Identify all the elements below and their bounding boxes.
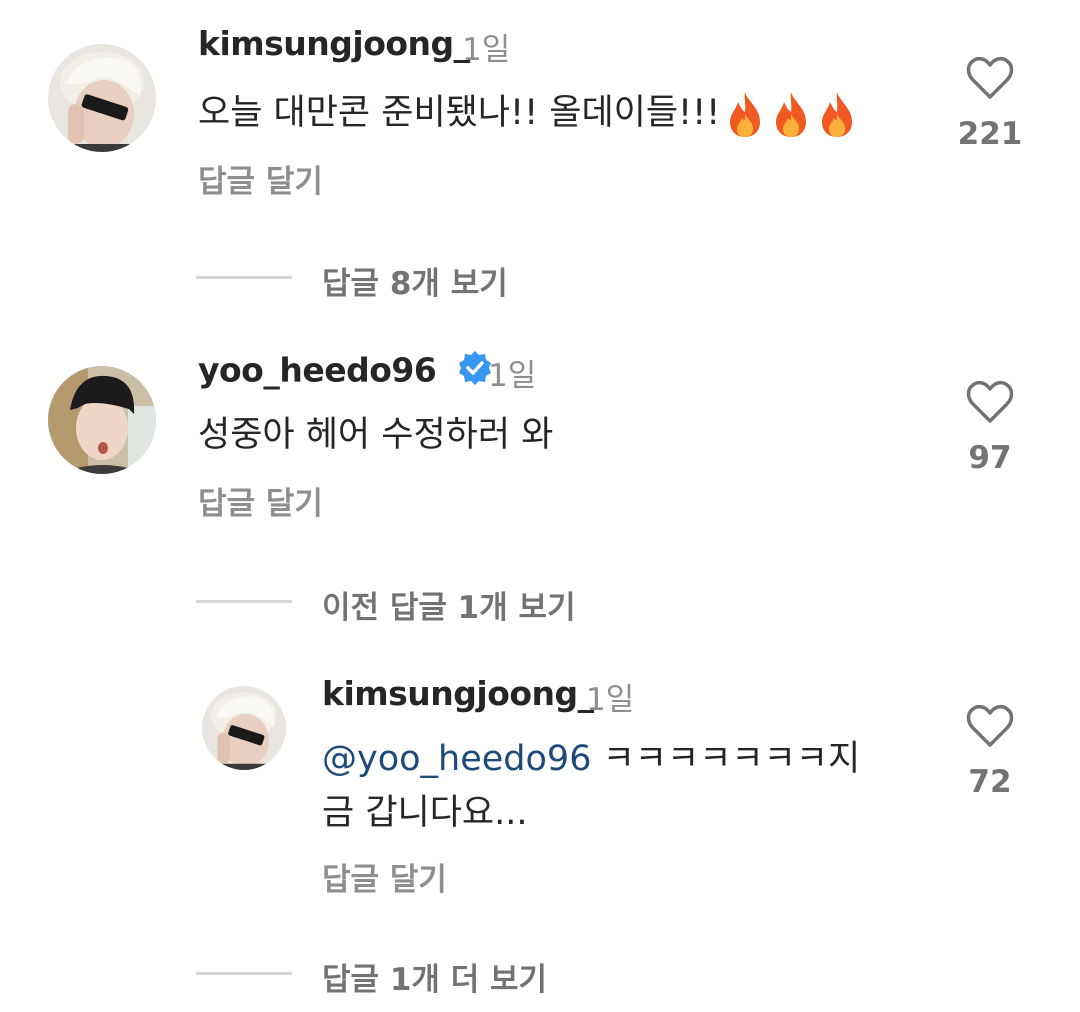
comment-username-text: yoo_heedo96 [198, 350, 437, 390]
avatar-image [48, 366, 156, 474]
avatar-image [202, 686, 286, 770]
avatar-kimsungjoong[interactable] [48, 44, 156, 152]
comment-time: 1일 [488, 358, 537, 394]
heart-outline-icon [966, 56, 1014, 99]
like-button[interactable] [966, 380, 1014, 428]
like-count: 221 [957, 116, 1023, 152]
heart-outline-icon [966, 704, 1014, 747]
reply-text-body: ㅋㅋㅋㅋㅋㅋㅋ지 [591, 739, 861, 779]
avatar-yoo-heedo96[interactable] [48, 366, 156, 474]
view-replies-button[interactable]: 답글 8개 보기 [322, 258, 508, 303]
like-button[interactable] [966, 704, 1014, 752]
reply-button[interactable]: 답글 달기 [198, 156, 323, 201]
thread-divider [196, 972, 292, 975]
thread-divider [196, 276, 292, 279]
avatar-image [48, 44, 156, 152]
comment-time: 1일 [462, 32, 511, 68]
view-previous-replies-button[interactable]: 이전 답글 1개 보기 [322, 582, 576, 627]
like-count: 72 [968, 764, 1012, 800]
fire-emoji-icon [770, 90, 812, 138]
like-count: 97 [968, 440, 1012, 476]
reply-time: 1일 [586, 682, 635, 718]
comment-username[interactable]: kimsungjoong_ [198, 24, 470, 63]
like-button[interactable] [966, 56, 1014, 104]
reply-button[interactable]: 답글 달기 [198, 478, 323, 523]
fire-emoji-icon [724, 90, 766, 138]
reply-button[interactable]: 답글 달기 [322, 854, 447, 899]
reply-text-line1: @yoo_heedo96 ㅋㅋㅋㅋㅋㅋㅋ지 [322, 732, 860, 786]
mention-link[interactable]: @yoo_heedo96 [322, 739, 591, 779]
thread-divider [196, 600, 292, 603]
comment-text: 성중아 헤어 수정하러 와 [198, 415, 554, 455]
avatar-kimsungjoong[interactable] [202, 686, 286, 770]
reply-text-line2: 금 갑니다요... [322, 793, 528, 833]
heart-outline-icon [966, 380, 1014, 423]
comment-text-body: 오늘 대만콘 준비됐나!! 올데이들!!! [198, 93, 721, 133]
view-more-replies-button[interactable]: 답글 1개 더 보기 [322, 954, 547, 999]
fire-emoji-icon [816, 90, 858, 138]
reply-username[interactable]: kimsungjoong_ [322, 674, 594, 713]
comment-username[interactable]: yoo_heedo96 [198, 350, 493, 394]
comment-text: 오늘 대만콘 준비됐나!! 올데이들!!! [198, 86, 858, 140]
